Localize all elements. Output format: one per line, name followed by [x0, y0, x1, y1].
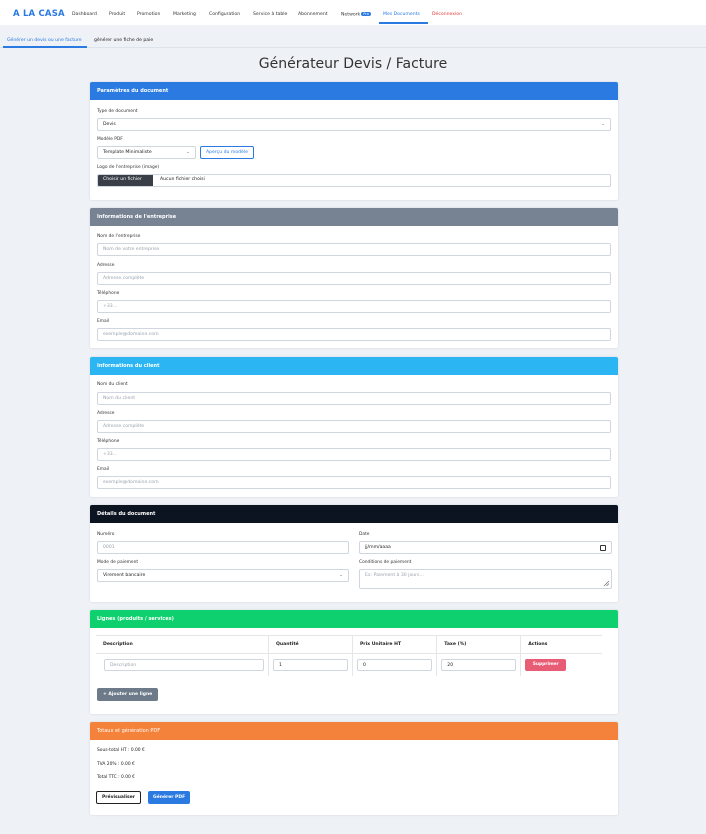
col-tax: Taxe (%)	[436, 635, 521, 654]
doc-params-header: Paramètres du document	[90, 82, 618, 100]
line-quantity-input[interactable]: 1	[273, 658, 348, 671]
client-email-label: Email	[97, 467, 110, 472]
client-phone-label: Téléphone	[97, 439, 120, 444]
calendar-icon[interactable]	[600, 544, 606, 551]
tab-generate-payslip[interactable]: générer une fiche de paie	[94, 38, 153, 43]
nav-marketing[interactable]: Marketing	[173, 12, 196, 17]
pro-badge: Pro	[361, 12, 371, 16]
nav-configuration[interactable]: Configuration	[209, 12, 240, 17]
col-actions: Actions	[520, 635, 602, 654]
chevron-down-icon: ⌄	[601, 122, 605, 127]
company-email-label: Email	[97, 319, 110, 324]
add-line-button[interactable]: + Ajouter une ligne	[97, 688, 159, 701]
nav-abonnement[interactable]: Abonnement	[298, 12, 328, 17]
doc-type-value: Devis	[103, 122, 116, 127]
line-unit-price-input[interactable]: 0	[356, 658, 433, 671]
actions-cell: Supprimer	[520, 653, 602, 676]
company-address-input[interactable]: Adresse complète	[97, 272, 611, 285]
quantity-cell: 1	[268, 653, 353, 676]
table-row: Description 1 0 20 Supprimer	[96, 653, 602, 676]
company-phone-label: Téléphone	[97, 291, 120, 296]
client-info-card: Informations du client Nom du client Nom…	[90, 357, 618, 497]
preview-button[interactable]: Prévisualiser	[96, 791, 141, 804]
nav-produit[interactable]: Produit	[109, 12, 125, 17]
doc-type-select[interactable]: Devis ⌄	[97, 118, 611, 131]
pdf-model-label: Modèle PDF	[97, 137, 123, 142]
subtab-divider	[0, 47, 706, 48]
payment-conditions-placeholder: Ex: Paiement à 30 jours...	[365, 573, 424, 578]
top-navbar: A LA CASA Dashboard Produit Promotion Ma…	[0, 0, 706, 25]
lines-table: Description Quantité Prix Unitaire HT Ta…	[96, 635, 602, 676]
line-description-input[interactable]: Description	[104, 658, 264, 671]
file-status-text: Aucun fichier choisi	[160, 177, 205, 182]
client-email-input[interactable]: exemple@domaine.com	[97, 476, 611, 489]
doc-date-label: Date	[359, 532, 370, 537]
total-ttc-text: Total TTC : 0.00 €	[97, 775, 135, 780]
company-name-label: Nom de l'entreprise	[97, 234, 141, 239]
page-title: Générateur Devis / Facture	[258, 56, 448, 72]
doc-number-label: Numéro	[97, 532, 115, 537]
doc-date-placeholder: jj/mm/aaaa	[365, 545, 391, 550]
model-preview-button[interactable]: Aperçu du modèle	[200, 146, 254, 159]
totals-card: Totaux et génération PDF Sous-total HT :…	[90, 722, 618, 815]
client-address-input[interactable]: Adresse complète	[97, 420, 611, 433]
subtab-active-indicator	[3, 46, 87, 48]
line-tax-input[interactable]: 20	[441, 658, 517, 671]
nav-deconnexion[interactable]: Déconnexion	[432, 12, 462, 17]
chevron-down-icon: ⌄	[339, 573, 343, 578]
logo-label: Logo de l'entreprise (image)	[97, 165, 160, 170]
doc-date-input[interactable]: jj/mm/aaaa	[359, 541, 612, 554]
doc-number-input[interactable]: 0001	[97, 541, 349, 554]
nav-promotion[interactable]: Promotion	[137, 12, 160, 17]
subtotal-text: Sous-total HT : 0.00 €	[97, 748, 145, 753]
tab-generate-quote-invoice[interactable]: Générer un devis ou une facture	[7, 38, 82, 43]
choose-file-button[interactable]: Choisir un fichier	[98, 175, 153, 186]
brand-logo[interactable]: A LA CASA	[13, 9, 65, 19]
logo-file-input[interactable]: Choisir un fichier Aucun fichier choisi	[97, 174, 611, 187]
company-address-label: Adresse	[97, 263, 115, 268]
nav-dashboard[interactable]: Dashboard	[72, 12, 97, 17]
doc-params-card: Paramètres du document Type de document …	[90, 82, 618, 200]
company-info-header: Informations de l'entreprise	[90, 208, 618, 226]
client-address-label: Adresse	[97, 411, 115, 416]
unit-price-cell: 0	[351, 653, 437, 676]
payment-conditions-textarea[interactable]: Ex: Paiement à 30 jours...	[359, 569, 612, 589]
totals-header: Totaux et génération PDF	[90, 722, 618, 740]
col-quantity: Quantité	[268, 635, 353, 654]
client-info-header: Informations du client	[90, 357, 618, 375]
payment-conditions-label: Conditions de paiement	[359, 560, 412, 565]
resize-handle-icon[interactable]	[603, 580, 609, 586]
nav-service-a-table[interactable]: Service à table	[253, 12, 287, 17]
description-cell: Description	[96, 653, 269, 676]
doc-type-label: Type de document	[97, 109, 138, 114]
col-unit-price: Prix Unitaire HT	[351, 635, 437, 654]
client-phone-input[interactable]: +33...	[97, 448, 611, 461]
lines-card: Lignes (produits / services) Description…	[90, 610, 618, 714]
pdf-model-select[interactable]: Template Minimaliste ⌄	[97, 146, 196, 159]
nav-active-indicator	[379, 22, 428, 24]
vat-text: TVA 20% : 0.00 €	[97, 762, 135, 767]
payment-mode-value: Virement bancaire	[103, 573, 146, 578]
nav-network[interactable]: Network Pro	[341, 12, 371, 18]
nav-mes-documents[interactable]: Mes Documents	[383, 12, 420, 17]
delete-line-button[interactable]: Supprimer	[525, 658, 567, 671]
company-email-input[interactable]: exemple@domaine.com	[97, 328, 611, 341]
payment-mode-label: Mode de paiement	[97, 560, 139, 565]
company-phone-input[interactable]: +33...	[97, 300, 611, 313]
pdf-model-value: Template Minimaliste	[103, 150, 152, 155]
company-name-input[interactable]: Nom de votre entreprise	[97, 243, 611, 256]
lines-table-header-row: Description Quantité Prix Unitaire HT Ta…	[96, 635, 602, 654]
payment-mode-select[interactable]: Virement bancaire ⌄	[97, 569, 349, 582]
chevron-down-icon: ⌄	[186, 150, 190, 155]
doc-details-card: Détails du document Numéro 0001 Date jj/…	[90, 505, 618, 602]
client-name-label: Nom du client	[97, 382, 128, 387]
company-info-card: Informations de l'entreprise Nom de l'en…	[90, 208, 618, 348]
tax-cell: 20	[436, 653, 521, 676]
client-name-input[interactable]: Nom du client	[97, 392, 611, 405]
nav-network-label: Network	[341, 12, 361, 18]
lines-header: Lignes (produits / services)	[90, 610, 618, 628]
col-description: Description	[96, 635, 269, 654]
generate-pdf-button[interactable]: Générer PDF	[148, 791, 191, 804]
doc-details-header: Détails du document	[90, 505, 618, 523]
